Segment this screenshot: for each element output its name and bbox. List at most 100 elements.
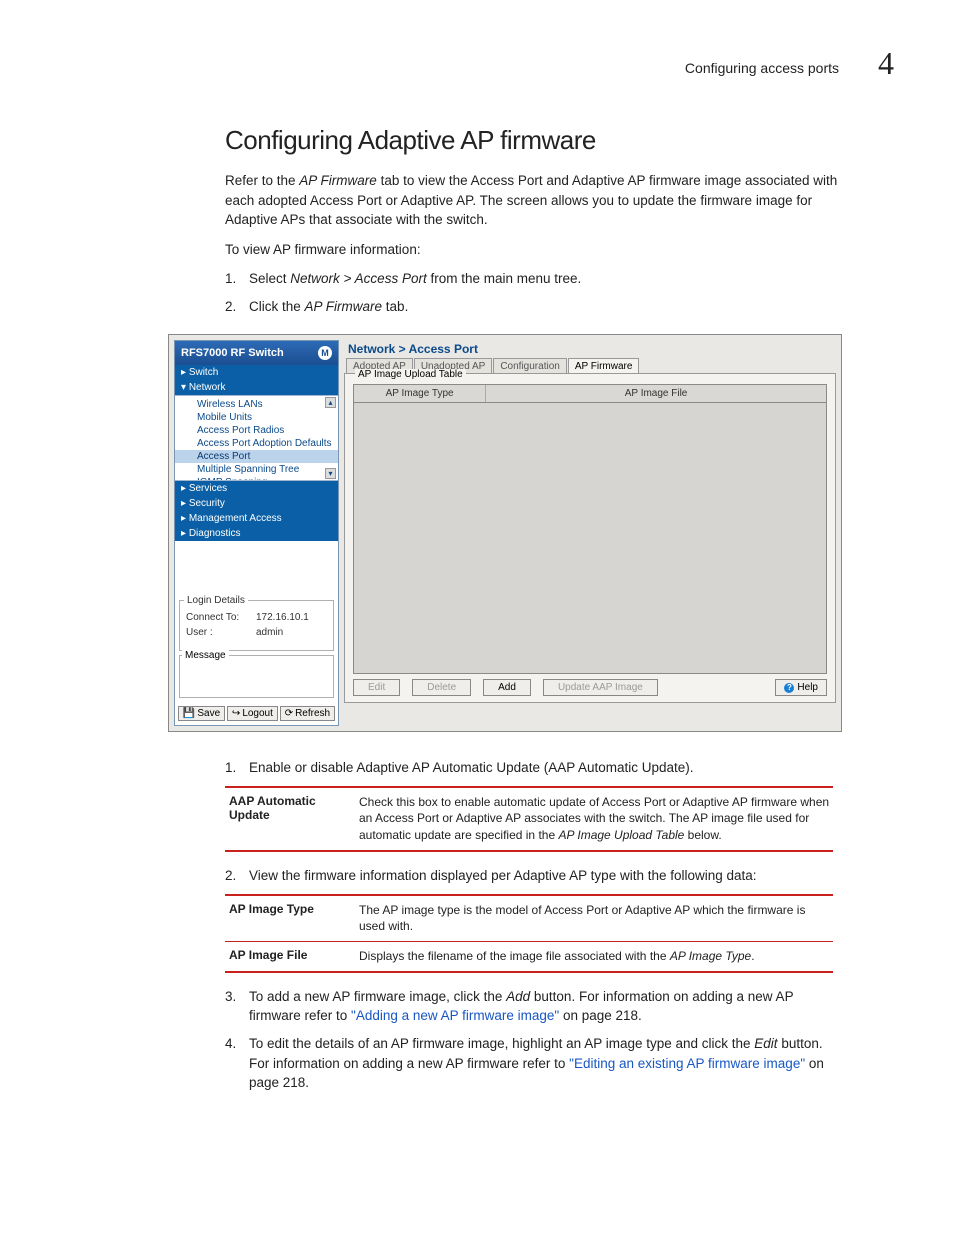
nav-diagnostics[interactable]: ▸ Diagnostics [175, 526, 338, 541]
step-text: To edit the details of an AP firmware im… [249, 1034, 845, 1093]
motorola-logo-icon: M [318, 346, 332, 360]
nav-services[interactable]: ▸ Services [175, 481, 338, 496]
lead-in: To view AP firmware information: [225, 240, 845, 260]
disk-icon: 💾 [183, 708, 195, 719]
grid: AP Image Type AP Image File [353, 384, 827, 674]
text: below. [684, 828, 721, 842]
sidebar-buttons: 💾Save ↪Logout ⟳Refresh [175, 702, 338, 725]
step-view-firmware: 2. View the firmware information display… [225, 866, 845, 886]
button-ref: Add [506, 989, 530, 1004]
label: Logout [242, 708, 273, 719]
refresh-button[interactable]: ⟳Refresh [280, 706, 335, 721]
label: Network [189, 382, 226, 393]
text: Select [249, 271, 290, 286]
header-chapter-number: 4 [878, 45, 894, 82]
xref-link[interactable]: "Adding a new AP firmware image" [351, 1008, 559, 1023]
col-ap-image-type[interactable]: AP Image Type [354, 385, 486, 402]
term: AP Firmware [299, 173, 377, 188]
step-2: 2. Click the AP Firmware tab. [225, 297, 845, 317]
message-box: Message [179, 655, 334, 698]
update-aap-image-button[interactable]: Update AAP Image [543, 679, 658, 696]
term-ref: AP Image Upload Table [558, 828, 684, 842]
table-row: AP Image File Displays the filename of t… [225, 941, 833, 971]
scroll-down-icon[interactable]: ▾ [325, 468, 336, 479]
scroll-up-icon[interactable]: ▴ [325, 397, 336, 408]
text: . [751, 949, 754, 963]
header-section-title: Configuring access ports [685, 60, 839, 76]
nav-network[interactable]: ▾ Network [175, 380, 338, 395]
tree-item-multiple-spanning-tree[interactable]: Multiple Spanning Tree [175, 463, 338, 476]
nav-security[interactable]: ▸ Security [175, 496, 338, 511]
step-number: 3. [225, 987, 249, 1026]
text: To add a new AP firmware image, click th… [249, 989, 506, 1004]
delete-button[interactable]: Delete [412, 679, 471, 696]
step-number: 2. [225, 866, 249, 886]
grid-header: AP Image Type AP Image File [354, 385, 826, 403]
add-button[interactable]: Add [483, 679, 531, 696]
edit-button[interactable]: Edit [353, 679, 400, 696]
text: RFS [181, 347, 203, 359]
label: Switch [189, 367, 218, 378]
nav-tree: ▴ Wireless LANs Mobile Units Access Port… [175, 395, 338, 481]
tab-name: AP Firmware [305, 299, 383, 314]
button-ref: Edit [754, 1036, 777, 1051]
term: AAP Automatic Update [225, 794, 359, 844]
intro-paragraph: Refer to the AP Firmware tab to view the… [225, 171, 845, 230]
login-user-value: admin [256, 627, 283, 638]
logout-button[interactable]: ↪Logout [227, 706, 278, 721]
nav-management-access[interactable]: ▸ Management Access [175, 511, 338, 526]
help-button[interactable]: ? Help [775, 679, 827, 696]
table-ap-image-fields: AP Image Type The AP image type is the m… [225, 894, 833, 973]
login-user-label: User : [186, 627, 246, 638]
definition: Check this box to enable automatic updat… [359, 794, 833, 844]
login-connect-value: 172.16.10.1 [256, 612, 309, 623]
nav-switch[interactable]: ▸ Switch [175, 365, 338, 380]
label: Management Access [189, 513, 282, 524]
breadcrumb: Network > Access Port [344, 340, 836, 358]
tab-configuration[interactable]: Configuration [493, 358, 566, 374]
text: Refer to the [225, 173, 299, 188]
text: Displays the filename of the image file … [359, 949, 670, 963]
table-row: AP Image Type The AP image type is the m… [225, 896, 833, 942]
text: from the main menu tree. [427, 271, 582, 286]
text: To edit the details of an AP firmware im… [249, 1036, 754, 1051]
col-ap-image-file[interactable]: AP Image File [486, 385, 826, 402]
text: Click the [249, 299, 305, 314]
term: AP Image Type [225, 902, 359, 936]
tree-item-igmp-snooping[interactable]: IGMP Snooping [175, 476, 338, 481]
tab-ap-firmware[interactable]: AP Firmware [568, 358, 640, 374]
grid-body [354, 403, 826, 673]
logout-icon: ↪ [232, 708, 240, 719]
table-row: AAP Automatic Update Check this box to e… [225, 788, 833, 850]
tree-item-access-port[interactable]: Access Port [175, 450, 338, 463]
definition: The AP image type is the model of Access… [359, 902, 833, 936]
save-button[interactable]: 💾Save [178, 706, 225, 721]
step-1: 1. Select Network > Access Port from the… [225, 269, 845, 289]
text: on page 218. [559, 1008, 642, 1023]
panel: AP Image Upload Table AP Image Type AP I… [344, 373, 836, 703]
login-connect-label: Connect To: [186, 612, 246, 623]
tree-item-mobile-units[interactable]: Mobile Units [175, 411, 338, 424]
panel-buttons: Edit Delete Add Update AAP Image ? Help [353, 679, 827, 696]
step-number: 1. [225, 758, 249, 778]
login-legend: Login Details [184, 595, 248, 606]
label: Security [189, 498, 225, 509]
tree-item-wireless-lans[interactable]: Wireless LANs [175, 398, 338, 411]
text: tab. [382, 299, 408, 314]
help-icon: ? [784, 683, 794, 693]
login-details-box: Login Details Connect To: 172.16.10.1 Us… [179, 600, 334, 651]
tree-item-access-port-radios[interactable]: Access Port Radios [175, 424, 338, 437]
step-text: Select Network > Access Port from the ma… [249, 269, 845, 289]
tree-item-adoption-defaults[interactable]: Access Port Adoption Defaults [175, 437, 338, 450]
xref-link[interactable]: "Editing an existing AP firmware image" [569, 1056, 805, 1071]
step-text: Enable or disable Adaptive AP Automatic … [249, 758, 845, 778]
term-ref: AP Image Type [670, 949, 751, 963]
step-add-image: 3. To add a new AP firmware image, click… [225, 987, 845, 1026]
message-legend: Message [182, 650, 229, 661]
menu-path: Network > Access Port [290, 271, 426, 286]
step-edit-image: 4. To edit the details of an AP firmware… [225, 1034, 845, 1093]
panel-legend: AP Image Upload Table [355, 369, 466, 380]
text: RF Switch [227, 347, 283, 359]
definition: Displays the filename of the image file … [359, 948, 833, 965]
step-enable-disable: 1. Enable or disable Adaptive AP Automat… [225, 758, 845, 778]
